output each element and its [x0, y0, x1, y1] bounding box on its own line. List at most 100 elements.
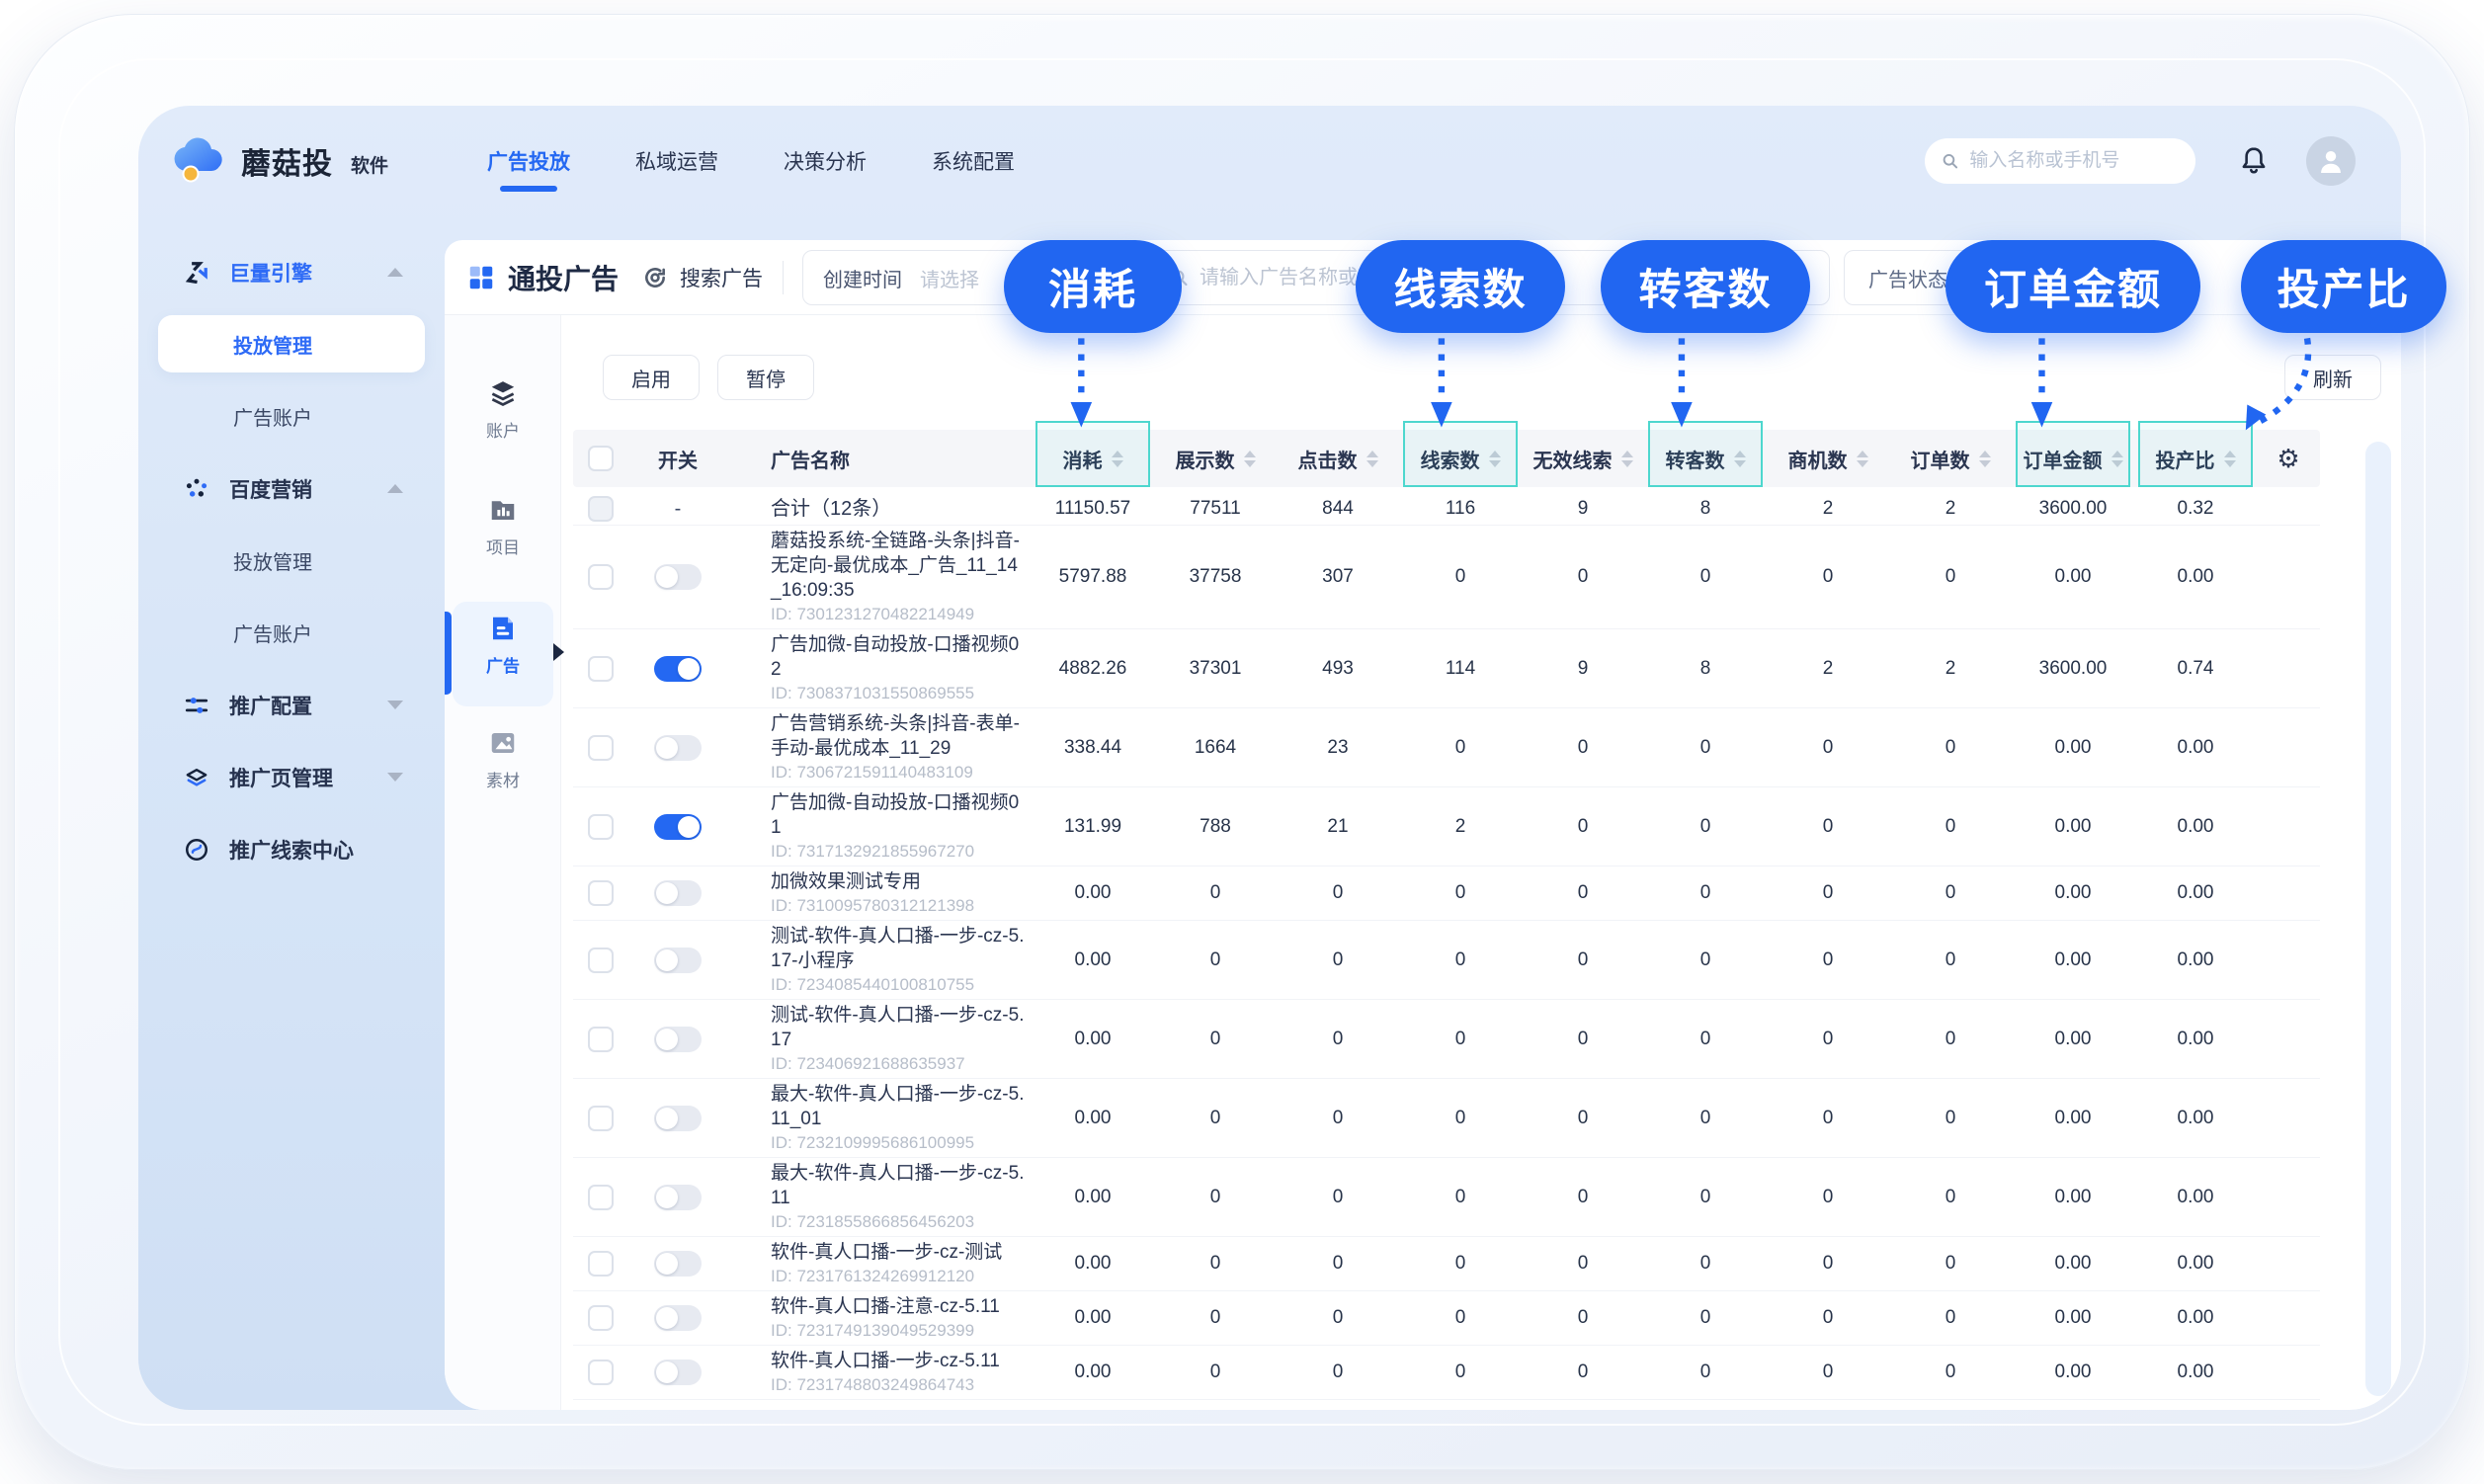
row-toggle[interactable]: [654, 880, 702, 906]
row-toggle[interactable]: [654, 564, 702, 590]
row-checkbox[interactable]: [588, 880, 614, 906]
sidebar-group-label: 巨量引擎: [229, 258, 312, 288]
rail-active-indicator: [445, 612, 452, 695]
sidebar-item[interactable]: 投放管理: [158, 315, 425, 372]
rail-tab-label: 素材: [486, 767, 520, 791]
sidebar-group[interactable]: 推广线索中心: [138, 813, 445, 885]
sort-icon[interactable]: [1366, 451, 1378, 467]
tab-search-ads[interactable]: 搜索广告: [642, 240, 763, 315]
column-header-converted[interactable]: 转客数: [1644, 430, 1767, 487]
rail-tab[interactable]: 广告: [445, 614, 561, 677]
row-toggle[interactable]: [654, 1185, 702, 1210]
row-toggle[interactable]: [654, 1360, 702, 1385]
nav-tab[interactable]: 决策分析: [784, 134, 867, 188]
metric-cell: 1664: [1154, 737, 1277, 759]
rail-tab[interactable]: 项目: [445, 495, 561, 558]
metric-cell: 0: [1399, 737, 1522, 759]
table-row: 软件-真人口播-一步-cz-5.11ID: 723174880324986474…: [573, 1346, 2320, 1400]
sort-icon[interactable]: [1244, 451, 1256, 467]
row-toggle[interactable]: [654, 656, 702, 682]
metric-cell: 307: [1277, 566, 1399, 588]
toggle-knob: [656, 1187, 678, 1208]
date-filter-placeholder: 请选择: [920, 264, 979, 292]
column-header-invalid_leads[interactable]: 无效线索: [1522, 430, 1644, 487]
row-checkbox[interactable]: [588, 948, 614, 973]
enable-button[interactable]: 启用: [603, 355, 700, 400]
column-header-orders[interactable]: 订单数: [1889, 430, 2012, 487]
table-row: -合计（12条）11150.577751184411698223600.000.…: [573, 493, 2320, 526]
row-checkbox[interactable]: [588, 1027, 614, 1052]
row-checkbox[interactable]: [588, 735, 614, 761]
ad-name: 广告加微-自动投放-口播视频02: [727, 632, 1032, 682]
column-header-opportunities[interactable]: 商机数: [1767, 430, 1889, 487]
sort-icon[interactable]: [1857, 451, 1868, 467]
notification-bell-icon[interactable]: [2239, 145, 2269, 177]
sidebar-group[interactable]: 巨量引擎: [138, 236, 445, 308]
sidebar-item[interactable]: 投放管理: [138, 525, 445, 597]
rail-tab[interactable]: 素材: [445, 728, 561, 791]
metric-cell: 0: [1889, 737, 2012, 759]
metric-cell: 0: [1767, 1361, 1889, 1383]
row-checkbox[interactable]: [588, 656, 614, 682]
row-checkbox[interactable]: [588, 564, 614, 590]
rail-tab[interactable]: 账户: [445, 378, 561, 442]
nav-tab[interactable]: 私域运营: [635, 134, 718, 188]
row-toggle[interactable]: [654, 1027, 702, 1052]
global-search-input[interactable]: [1969, 150, 2180, 172]
row-toggle[interactable]: [654, 1305, 702, 1331]
user-avatar[interactable]: [2306, 136, 2356, 186]
row-checkbox[interactable]: [588, 496, 614, 522]
refresh-button[interactable]: 刷新: [2284, 355, 2381, 400]
vertical-scrollbar[interactable]: [2365, 442, 2391, 1396]
row-checkbox[interactable]: [588, 1360, 614, 1385]
ad-id: ID: 7301231270482214949: [727, 603, 974, 625]
metric-cell: 0.00: [1032, 949, 1154, 971]
row-checkbox[interactable]: [588, 1251, 614, 1277]
row-toggle[interactable]: [654, 1251, 702, 1277]
ad-id: ID: 7231748803249864743: [727, 1373, 974, 1396]
nav-tab[interactable]: 广告投放: [487, 134, 570, 188]
row-name-cell: 合计（12条）: [727, 497, 1032, 522]
sort-icon[interactable]: [1734, 451, 1746, 467]
sort-icon[interactable]: [1621, 451, 1633, 467]
column-header-leads[interactable]: 线索数: [1399, 430, 1522, 487]
sort-icon[interactable]: [1112, 451, 1123, 467]
sort-icon[interactable]: [2224, 451, 2236, 467]
metric-cell: 0: [1644, 1253, 1767, 1275]
metric-cell: 2: [1399, 816, 1522, 838]
sort-icon[interactable]: [2111, 451, 2123, 467]
sort-icon[interactable]: [1489, 451, 1501, 467]
row-checkbox[interactable]: [588, 1185, 614, 1210]
row-checkbox[interactable]: [588, 1305, 614, 1331]
row-toggle[interactable]: [654, 814, 702, 840]
pause-button[interactable]: 暂停: [717, 355, 814, 400]
sidebar-group[interactable]: 百度营销: [138, 453, 445, 525]
column-settings-button[interactable]: ⚙: [2257, 430, 2320, 487]
metric-cell: 23: [1277, 737, 1399, 759]
metric-cell: 0: [1399, 1307, 1522, 1329]
row-toggle[interactable]: [654, 735, 702, 761]
tab-feed-ads[interactable]: 通投广告: [466, 240, 619, 315]
column-header-order_amount[interactable]: 订单金额: [2012, 430, 2134, 487]
metric-cell: 9: [1522, 498, 1644, 520]
sidebar-group[interactable]: 推广配置: [138, 669, 445, 741]
row-checkbox[interactable]: [588, 814, 614, 840]
row-toggle[interactable]: [654, 948, 702, 973]
column-header-impressions[interactable]: 展示数: [1154, 430, 1277, 487]
row-toggle[interactable]: [654, 1106, 702, 1131]
column-header-roi[interactable]: 投产比: [2134, 430, 2257, 487]
metric-cell: 77511: [1154, 498, 1277, 520]
column-header-clicks[interactable]: 点击数: [1277, 430, 1399, 487]
column-header-cost[interactable]: 消耗: [1032, 430, 1154, 487]
sidebar-group[interactable]: 推广页管理: [138, 741, 445, 813]
row-checkbox[interactable]: [588, 1106, 614, 1131]
metric-cell: 844: [1277, 498, 1399, 520]
select-all-checkbox[interactable]: [588, 446, 614, 471]
nav-tab[interactable]: 系统配置: [932, 134, 1015, 188]
sort-icon[interactable]: [1979, 451, 1991, 467]
sidebar-item[interactable]: 广告账户: [138, 380, 445, 453]
global-search[interactable]: [1925, 138, 2195, 184]
sidebar-item[interactable]: 广告账户: [138, 597, 445, 669]
metric-cell: 0: [1522, 566, 1644, 588]
metric-cell: 0: [1644, 737, 1767, 759]
